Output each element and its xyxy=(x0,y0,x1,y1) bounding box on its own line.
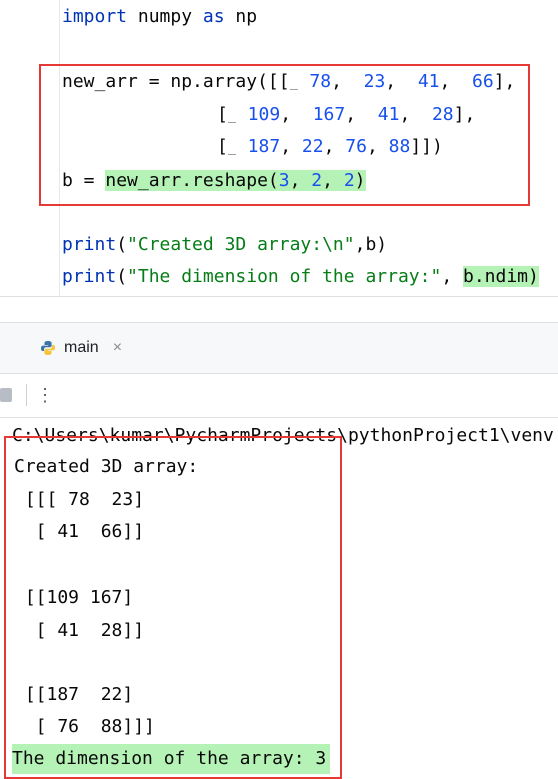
print-function: print xyxy=(62,234,117,255)
code-line-import: import numpy as np xyxy=(62,5,257,29)
python-icon xyxy=(41,341,55,355)
more-options-icon[interactable]: ⋮ xyxy=(36,383,54,407)
ndim-highlight: b.ndim) xyxy=(463,266,539,287)
run-tab-label: main xyxy=(64,339,99,356)
print-function: print xyxy=(62,266,117,287)
separator: , xyxy=(441,266,463,287)
run-tool-window-header: main × xyxy=(0,323,558,373)
code-editor[interactable]: import numpy as np new_arr = np.array([[… xyxy=(0,0,558,296)
string-literal: "The dimension of the array:" xyxy=(127,266,442,287)
editor-bottom-divider xyxy=(0,296,558,297)
paren-open: ( xyxy=(116,234,128,255)
run-toolbar: ⋮ xyxy=(0,374,558,417)
code-line-print-ndim: print("The dimension of the array:", b.n… xyxy=(62,265,539,289)
output-annotation-box xyxy=(4,436,342,779)
module-name: numpy xyxy=(127,6,203,27)
close-icon[interactable]: × xyxy=(113,339,122,357)
run-tab-main[interactable]: main × xyxy=(40,336,122,360)
stop-icon[interactable] xyxy=(0,388,12,402)
paren-open: ( xyxy=(116,266,128,287)
print-args: ,b) xyxy=(354,234,388,255)
code-line-print-array: print("Created 3D array:\n",b) xyxy=(62,233,387,257)
code-annotation-box xyxy=(39,64,530,206)
keyword-import: import xyxy=(62,6,128,27)
toolbar-separator xyxy=(26,384,27,406)
module-alias: np xyxy=(224,6,258,27)
string-literal: "Created 3D array:\n" xyxy=(127,234,355,255)
keyword-as: as xyxy=(202,6,225,27)
